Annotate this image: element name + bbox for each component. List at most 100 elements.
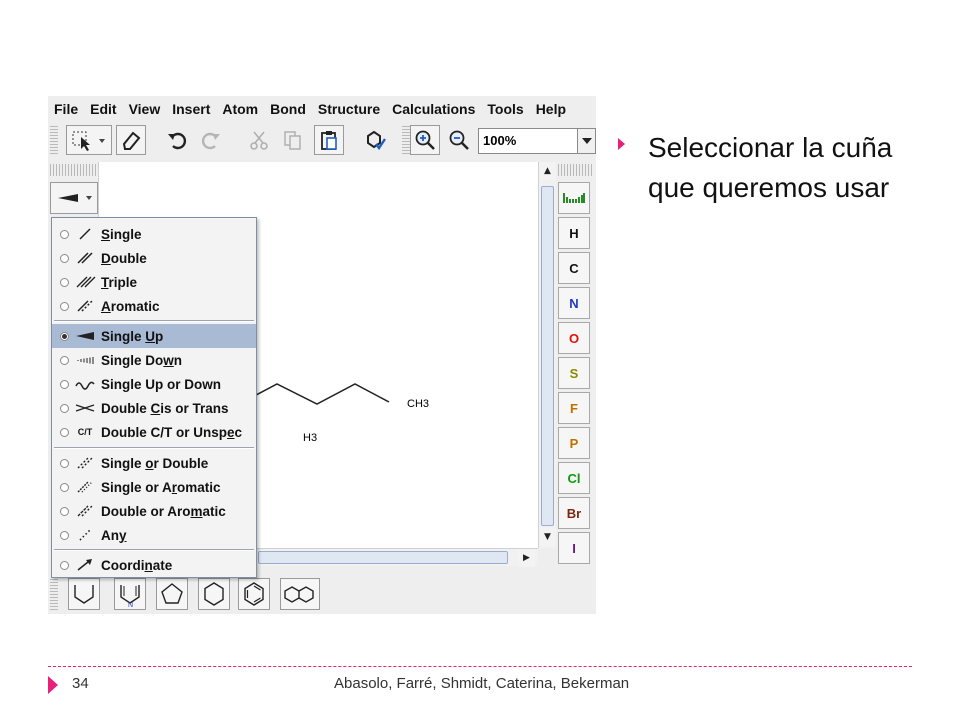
element-cl-button[interactable]: Cl	[558, 462, 590, 494]
naphthalene-template-button[interactable]	[280, 578, 320, 610]
bond-option-any[interactable]: Any	[52, 523, 256, 547]
radio-double-or-aromatic[interactable]	[60, 506, 69, 516]
option-label: Any	[101, 527, 127, 543]
copy-button[interactable]	[278, 125, 308, 155]
horizontal-scrollbar[interactable]: ▶	[256, 548, 538, 567]
element-s-button[interactable]: S	[558, 357, 590, 389]
scroll-down-button[interactable]: ▼	[539, 528, 556, 546]
pentagon-open-template-button[interactable]	[68, 578, 100, 610]
zoom-in-button[interactable]	[410, 125, 440, 155]
radio-single-or-aromatic[interactable]	[60, 482, 69, 492]
selection-tool-button[interactable]	[66, 125, 112, 155]
pyridine-template-button[interactable]: N	[114, 578, 146, 610]
cut-button[interactable]	[244, 125, 274, 155]
coordinate-bond-icon	[74, 558, 96, 572]
bond-option-double-cis-or-trans[interactable]: Double Cis or Trans	[52, 396, 256, 420]
option-label: Double	[101, 250, 147, 266]
menu-help[interactable]: Help	[536, 96, 566, 122]
radio-double[interactable]	[60, 253, 69, 263]
eraser-icon	[122, 131, 141, 150]
element-i-button[interactable]: I	[558, 532, 590, 564]
single-bond-icon	[74, 227, 96, 241]
zoom-field[interactable]: 100%	[478, 128, 578, 154]
redo-button[interactable]	[196, 125, 226, 155]
menu-atom[interactable]: Atom	[222, 96, 258, 122]
element-p-button[interactable]: P	[558, 427, 590, 459]
menu-structure[interactable]: Structure	[318, 96, 380, 122]
side-toolbar-grip[interactable]	[50, 164, 98, 176]
radio-single-up[interactable]	[60, 331, 69, 341]
template-toolbar-grip[interactable]	[50, 578, 58, 610]
toolbar-grip-2[interactable]	[402, 126, 410, 154]
bond-option-single-or-double[interactable]: Single or Double	[52, 451, 256, 475]
menu-bond[interactable]: Bond	[270, 96, 306, 122]
menu-edit[interactable]: Edit	[90, 96, 116, 122]
chevron-down-icon	[581, 138, 592, 144]
element-h-button[interactable]: H	[558, 217, 590, 249]
bond-option-double[interactable]: Double	[52, 246, 256, 270]
bond-option-single-up[interactable]: Single Up	[52, 324, 256, 348]
menu-tools[interactable]: Tools	[487, 96, 523, 122]
element-o-button[interactable]: O	[558, 322, 590, 354]
element-f-button[interactable]: F	[558, 392, 590, 424]
benzene-template-button[interactable]	[238, 578, 270, 610]
radio-double-cis-trans[interactable]	[60, 403, 69, 413]
zoom-out-button[interactable]	[444, 125, 474, 155]
horizontal-scroll-thumb[interactable]	[258, 551, 508, 564]
menu-file[interactable]: File	[54, 96, 78, 122]
menu-calculations[interactable]: Calculations	[392, 96, 475, 122]
bond-type-dropdown: Single Double Triple Aromatic Single Up …	[51, 217, 257, 578]
menu-insert[interactable]: Insert	[172, 96, 210, 122]
undo-button[interactable]	[162, 125, 192, 155]
radio-aromatic[interactable]	[60, 301, 69, 311]
radio-coordinate[interactable]	[60, 560, 69, 570]
option-label: Aromatic	[101, 298, 160, 314]
bond-option-single[interactable]: Single	[52, 222, 256, 246]
any-bond-icon	[74, 528, 96, 542]
vertical-scrollbar[interactable]: ▲ ▼	[538, 162, 556, 548]
radio-single[interactable]	[60, 229, 69, 239]
radio-single-or-double[interactable]	[60, 458, 69, 468]
bond-option-aromatic[interactable]: Aromatic	[52, 294, 256, 318]
option-label: Coordinate	[101, 557, 173, 573]
toolbar-grip[interactable]	[50, 126, 58, 154]
cyclohexane-template-button[interactable]	[198, 578, 230, 610]
zoom-in-icon	[415, 130, 435, 150]
single-or-double-icon	[74, 456, 96, 470]
clean-2d-button[interactable]	[360, 125, 390, 155]
erase-button[interactable]	[116, 125, 146, 155]
radio-single-up-or-down[interactable]	[60, 379, 69, 389]
bond-option-single-or-aromatic[interactable]: Single or Aromatic	[52, 475, 256, 499]
scroll-right-button[interactable]: ▶	[518, 549, 535, 567]
element-br-button[interactable]: Br	[558, 497, 590, 529]
element-n-button[interactable]: N	[558, 287, 590, 319]
bond-option-triple[interactable]: Triple	[52, 270, 256, 294]
atom-label-ch3[interactable]: CH3	[407, 398, 429, 410]
benzene-icon	[244, 582, 264, 606]
paste-button[interactable]	[314, 125, 344, 155]
element-c-button[interactable]: C	[558, 252, 590, 284]
radio-single-down[interactable]	[60, 355, 69, 365]
bond-type-button[interactable]	[50, 182, 98, 214]
bond-option-double-ct-unspec[interactable]: C/T Double C/T or Unspec	[52, 420, 256, 444]
cyclopentane-template-button[interactable]	[156, 578, 188, 610]
bond-option-double-or-aromatic[interactable]: Double or Aromatic	[52, 499, 256, 523]
bond-option-single-up-or-down[interactable]: Single Up or Down	[52, 372, 256, 396]
element-toolbar-grip[interactable]	[558, 164, 592, 176]
vertical-scroll-thumb[interactable]	[541, 186, 554, 526]
menu-view[interactable]: View	[129, 96, 161, 122]
bond-option-single-down[interactable]: Single Down	[52, 348, 256, 372]
scroll-up-button[interactable]: ▲	[539, 162, 556, 180]
pyridine-icon: N	[120, 585, 140, 607]
periodic-table-icon	[563, 193, 585, 203]
radio-triple[interactable]	[60, 277, 69, 287]
option-label: Triple	[101, 274, 138, 290]
radio-double-ct-unspec[interactable]	[60, 427, 69, 437]
radio-any[interactable]	[60, 530, 69, 540]
ct-label-icon: C/T	[77, 427, 93, 437]
zoom-dropdown-button[interactable]	[578, 128, 596, 154]
bond-option-coordinate[interactable]: Coordinate	[52, 553, 256, 577]
periodic-table-button[interactable]	[558, 182, 590, 214]
hexagon-icon	[204, 582, 224, 606]
atom-label-h3[interactable]: H3	[303, 432, 317, 444]
